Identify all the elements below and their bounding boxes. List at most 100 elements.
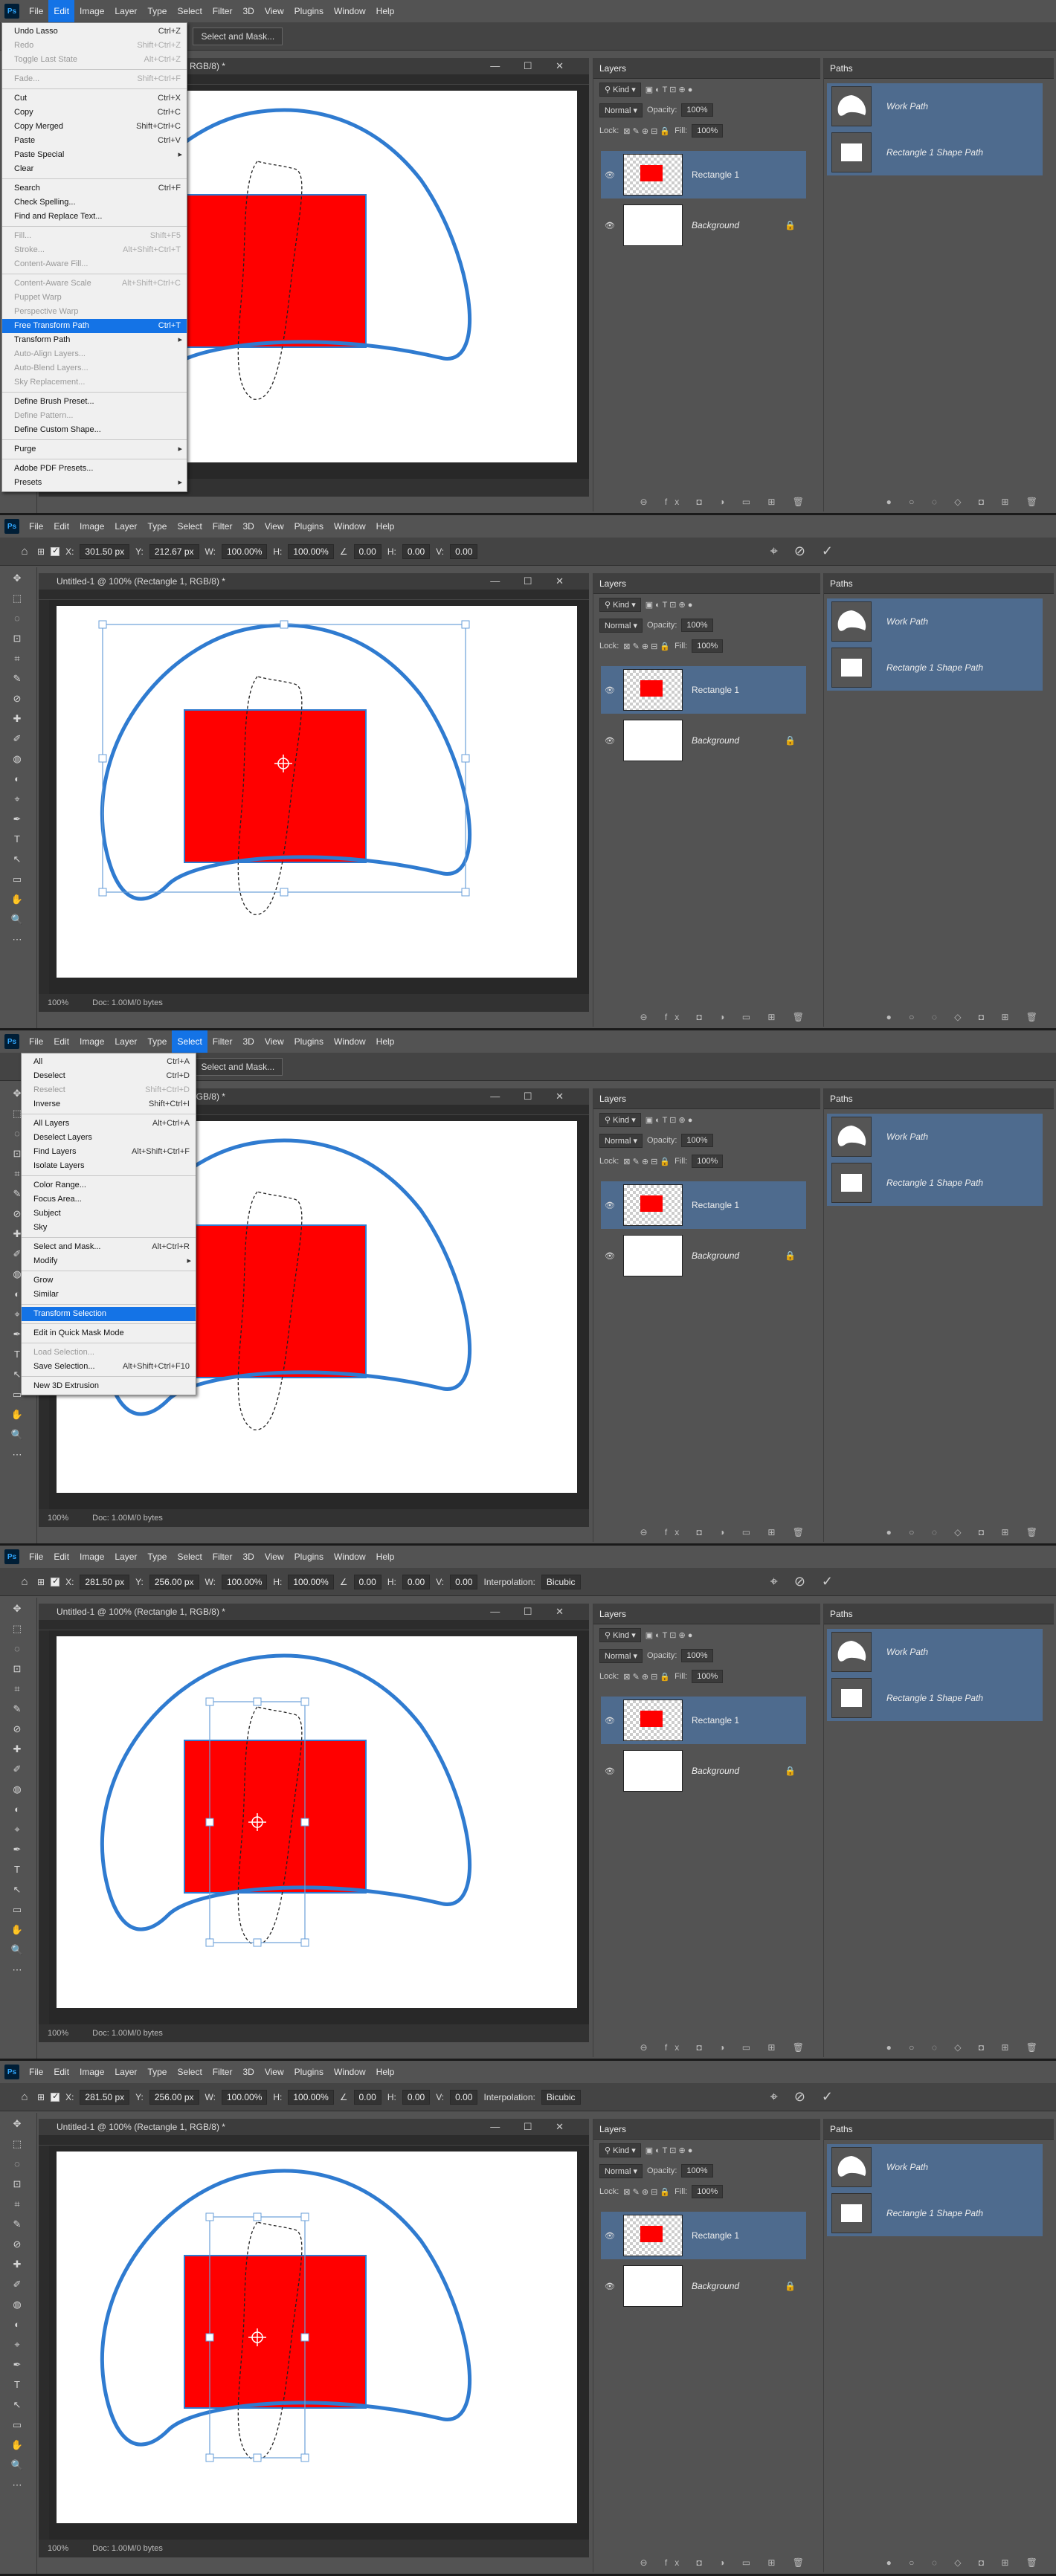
tool-icon[interactable]: T — [10, 2378, 24, 2392]
document-tab[interactable]: Untitled-1 @ 100% (Rectangle 1, RGB/8) *… — [39, 2119, 589, 2135]
menu-edit[interactable]: Edit — [48, 1546, 74, 1568]
kind-filter[interactable]: ⚲ Kind ▾ — [599, 597, 641, 612]
tool-icon[interactable]: ✎ — [10, 1702, 24, 1716]
menu-file[interactable]: File — [24, 0, 48, 22]
transform-handle[interactable] — [461, 754, 470, 763]
visibility-eye-icon[interactable]: 👁 — [601, 2282, 619, 2291]
tool-icon[interactable]: ⌗ — [10, 1682, 24, 1696]
menu-type[interactable]: Type — [142, 1546, 172, 1568]
visibility-eye-icon[interactable]: 👁 — [601, 1201, 619, 1210]
transform-handle[interactable] — [300, 1938, 309, 1947]
menu-image[interactable]: Image — [74, 1546, 109, 1568]
tool-icon[interactable]: ▭ — [10, 873, 24, 886]
layers-footer-icons[interactable]: ⊖ fx ◘ ◑ ▭ ⊞ 🗑 — [593, 497, 820, 507]
menu-item[interactable]: Transform Path — [2, 333, 187, 347]
menu-select[interactable]: Select — [172, 1546, 207, 1568]
transform-handle[interactable] — [205, 1697, 214, 1706]
tool-icon[interactable]: ⊡ — [10, 1662, 24, 1676]
opacity-field[interactable]: 100% — [681, 103, 713, 117]
zoom-level[interactable]: 100% — [48, 998, 68, 1007]
tool-icon[interactable]: ⌗ — [10, 652, 24, 665]
menu-item[interactable]: All Layers Alt+Ctrl+A — [22, 1117, 196, 1131]
transform-handle[interactable] — [300, 1818, 309, 1827]
menu-filter[interactable]: Filter — [207, 1546, 238, 1568]
menu-edit[interactable]: Edit — [48, 0, 75, 22]
path-work-path[interactable]: Work Path — [827, 83, 1043, 129]
transform-handle[interactable] — [300, 2333, 309, 2342]
warp-icon[interactable]: ⌖ — [770, 1574, 778, 1589]
menu-item[interactable]: Adobe PDF Presets... — [2, 462, 187, 476]
menu-plugins[interactable]: Plugins — [289, 1546, 329, 1568]
interpolation-select[interactable]: Bicubic — [541, 1574, 581, 1589]
transform-handle[interactable] — [98, 888, 107, 897]
kind-filter[interactable]: ⚲ Kind ▾ — [599, 1627, 641, 1642]
tool-icon[interactable]: ⊘ — [10, 692, 24, 706]
home-icon[interactable]: ⌂ — [15, 1572, 34, 1592]
blend-mode-select[interactable]: Normal ▾ — [599, 2163, 643, 2178]
height-field[interactable]: 100.00% — [288, 1574, 334, 1589]
paths-footer-icons[interactable]: ● ○ ◌ ◇ ◘ ⊞ 🗑 — [824, 2557, 1054, 2568]
tool-icon[interactable]: ◐ — [10, 2318, 24, 2331]
tool-icon[interactable]: ⊡ — [10, 632, 24, 645]
height-field[interactable]: 100.00% — [288, 543, 334, 559]
angle-field[interactable]: 0.00 — [353, 543, 381, 559]
transform-handle[interactable] — [205, 1818, 214, 1827]
reference-point-icon[interactable]: ⊞ — [37, 546, 45, 557]
opacity-field[interactable]: 100% — [681, 2164, 713, 2178]
visibility-eye-icon[interactable]: 👁 — [601, 685, 619, 695]
transform-handle[interactable] — [280, 620, 289, 629]
x-field[interactable]: 301.50 px — [80, 543, 130, 559]
menu-edit[interactable]: Edit — [48, 1030, 74, 1053]
transform-handle[interactable] — [300, 1697, 309, 1706]
zoom-level[interactable]: 100% — [48, 2029, 68, 2038]
menu-view[interactable]: View — [260, 2061, 289, 2083]
tool-icon[interactable]: ✥ — [10, 2117, 24, 2131]
y-field[interactable]: 256.00 px — [149, 1574, 199, 1589]
layer-background[interactable]: 👁 Background 🔒 — [601, 201, 806, 249]
interpolation-select[interactable]: Bicubic — [541, 2089, 581, 2105]
menu-select[interactable]: Select — [172, 0, 207, 22]
layer-rectangle-1[interactable]: 👁 Rectangle 1 — [601, 1181, 806, 1229]
menu-type[interactable]: Type — [142, 2061, 172, 2083]
layer-rectangle-1[interactable]: 👁 Rectangle 1 — [601, 151, 806, 198]
menu-filter[interactable]: Filter — [207, 0, 238, 22]
paths-panel-title[interactable]: Paths — [824, 58, 1054, 79]
tool-icon[interactable]: ⋯ — [10, 2479, 24, 2492]
menu-item[interactable]: Copy Ctrl+C — [2, 106, 187, 120]
menu-plugins[interactable]: Plugins — [289, 1030, 329, 1053]
lock-icons[interactable]: ⊠ ✎ ⊕ ⊟ 🔒 — [623, 126, 670, 136]
blend-mode-select[interactable]: Normal ▾ — [599, 103, 643, 117]
menu-image[interactable]: Image — [74, 515, 109, 538]
menu-edit[interactable]: Edit — [48, 515, 74, 538]
blend-mode-select[interactable]: Normal ▾ — [599, 1648, 643, 1663]
angle-field[interactable]: 0.00 — [353, 1574, 381, 1589]
cancel-icon[interactable]: ⊘ — [794, 1574, 805, 1589]
visibility-eye-icon[interactable]: 👁 — [601, 221, 619, 230]
tool-icon[interactable]: ⋯ — [10, 933, 24, 946]
vskew-field[interactable]: 0.00 — [450, 1574, 478, 1589]
tool-icon[interactable]: ⋯ — [10, 1963, 24, 1977]
menu-item[interactable]: Paste Special — [2, 148, 187, 162]
tool-icon[interactable]: ✥ — [10, 1602, 24, 1615]
filter-icons[interactable]: ▣ ◐ T ⊡ ⊕ ● — [645, 600, 693, 610]
width-field[interactable]: 100.00% — [221, 2089, 268, 2105]
kind-filter[interactable]: ⚲ Kind ▾ — [599, 82, 641, 97]
zoom-level[interactable]: 100% — [48, 1514, 68, 1523]
tool-icon[interactable]: ▭ — [10, 1903, 24, 1917]
menu-layer[interactable]: Layer — [109, 0, 142, 22]
menu-image[interactable]: Image — [74, 0, 109, 22]
width-field[interactable]: 100.00% — [221, 543, 268, 559]
menu-item[interactable]: Search Ctrl+F — [2, 181, 187, 196]
paths-footer-icons[interactable]: ● ○ ◌ ◇ ◘ ⊞ 🗑 — [824, 2042, 1054, 2053]
tool-icon[interactable]: ✋ — [10, 1923, 24, 1937]
height-field[interactable]: 100.00% — [288, 2089, 334, 2105]
tool-icon[interactable]: ⬚ — [10, 592, 24, 605]
tool-icon[interactable]: ✚ — [10, 1743, 24, 1756]
menu-item[interactable]: Similar — [22, 1288, 196, 1302]
filter-icons[interactable]: ▣ ◐ T ⊡ ⊕ ● — [645, 85, 693, 94]
tool-icon[interactable]: ✒ — [10, 1843, 24, 1856]
menu-view[interactable]: View — [260, 1546, 289, 1568]
menu-item[interactable]: New 3D Extrusion — [22, 1379, 196, 1393]
menu-item[interactable]: Presets — [2, 476, 187, 490]
tool-icon[interactable]: ⬚ — [10, 1622, 24, 1636]
